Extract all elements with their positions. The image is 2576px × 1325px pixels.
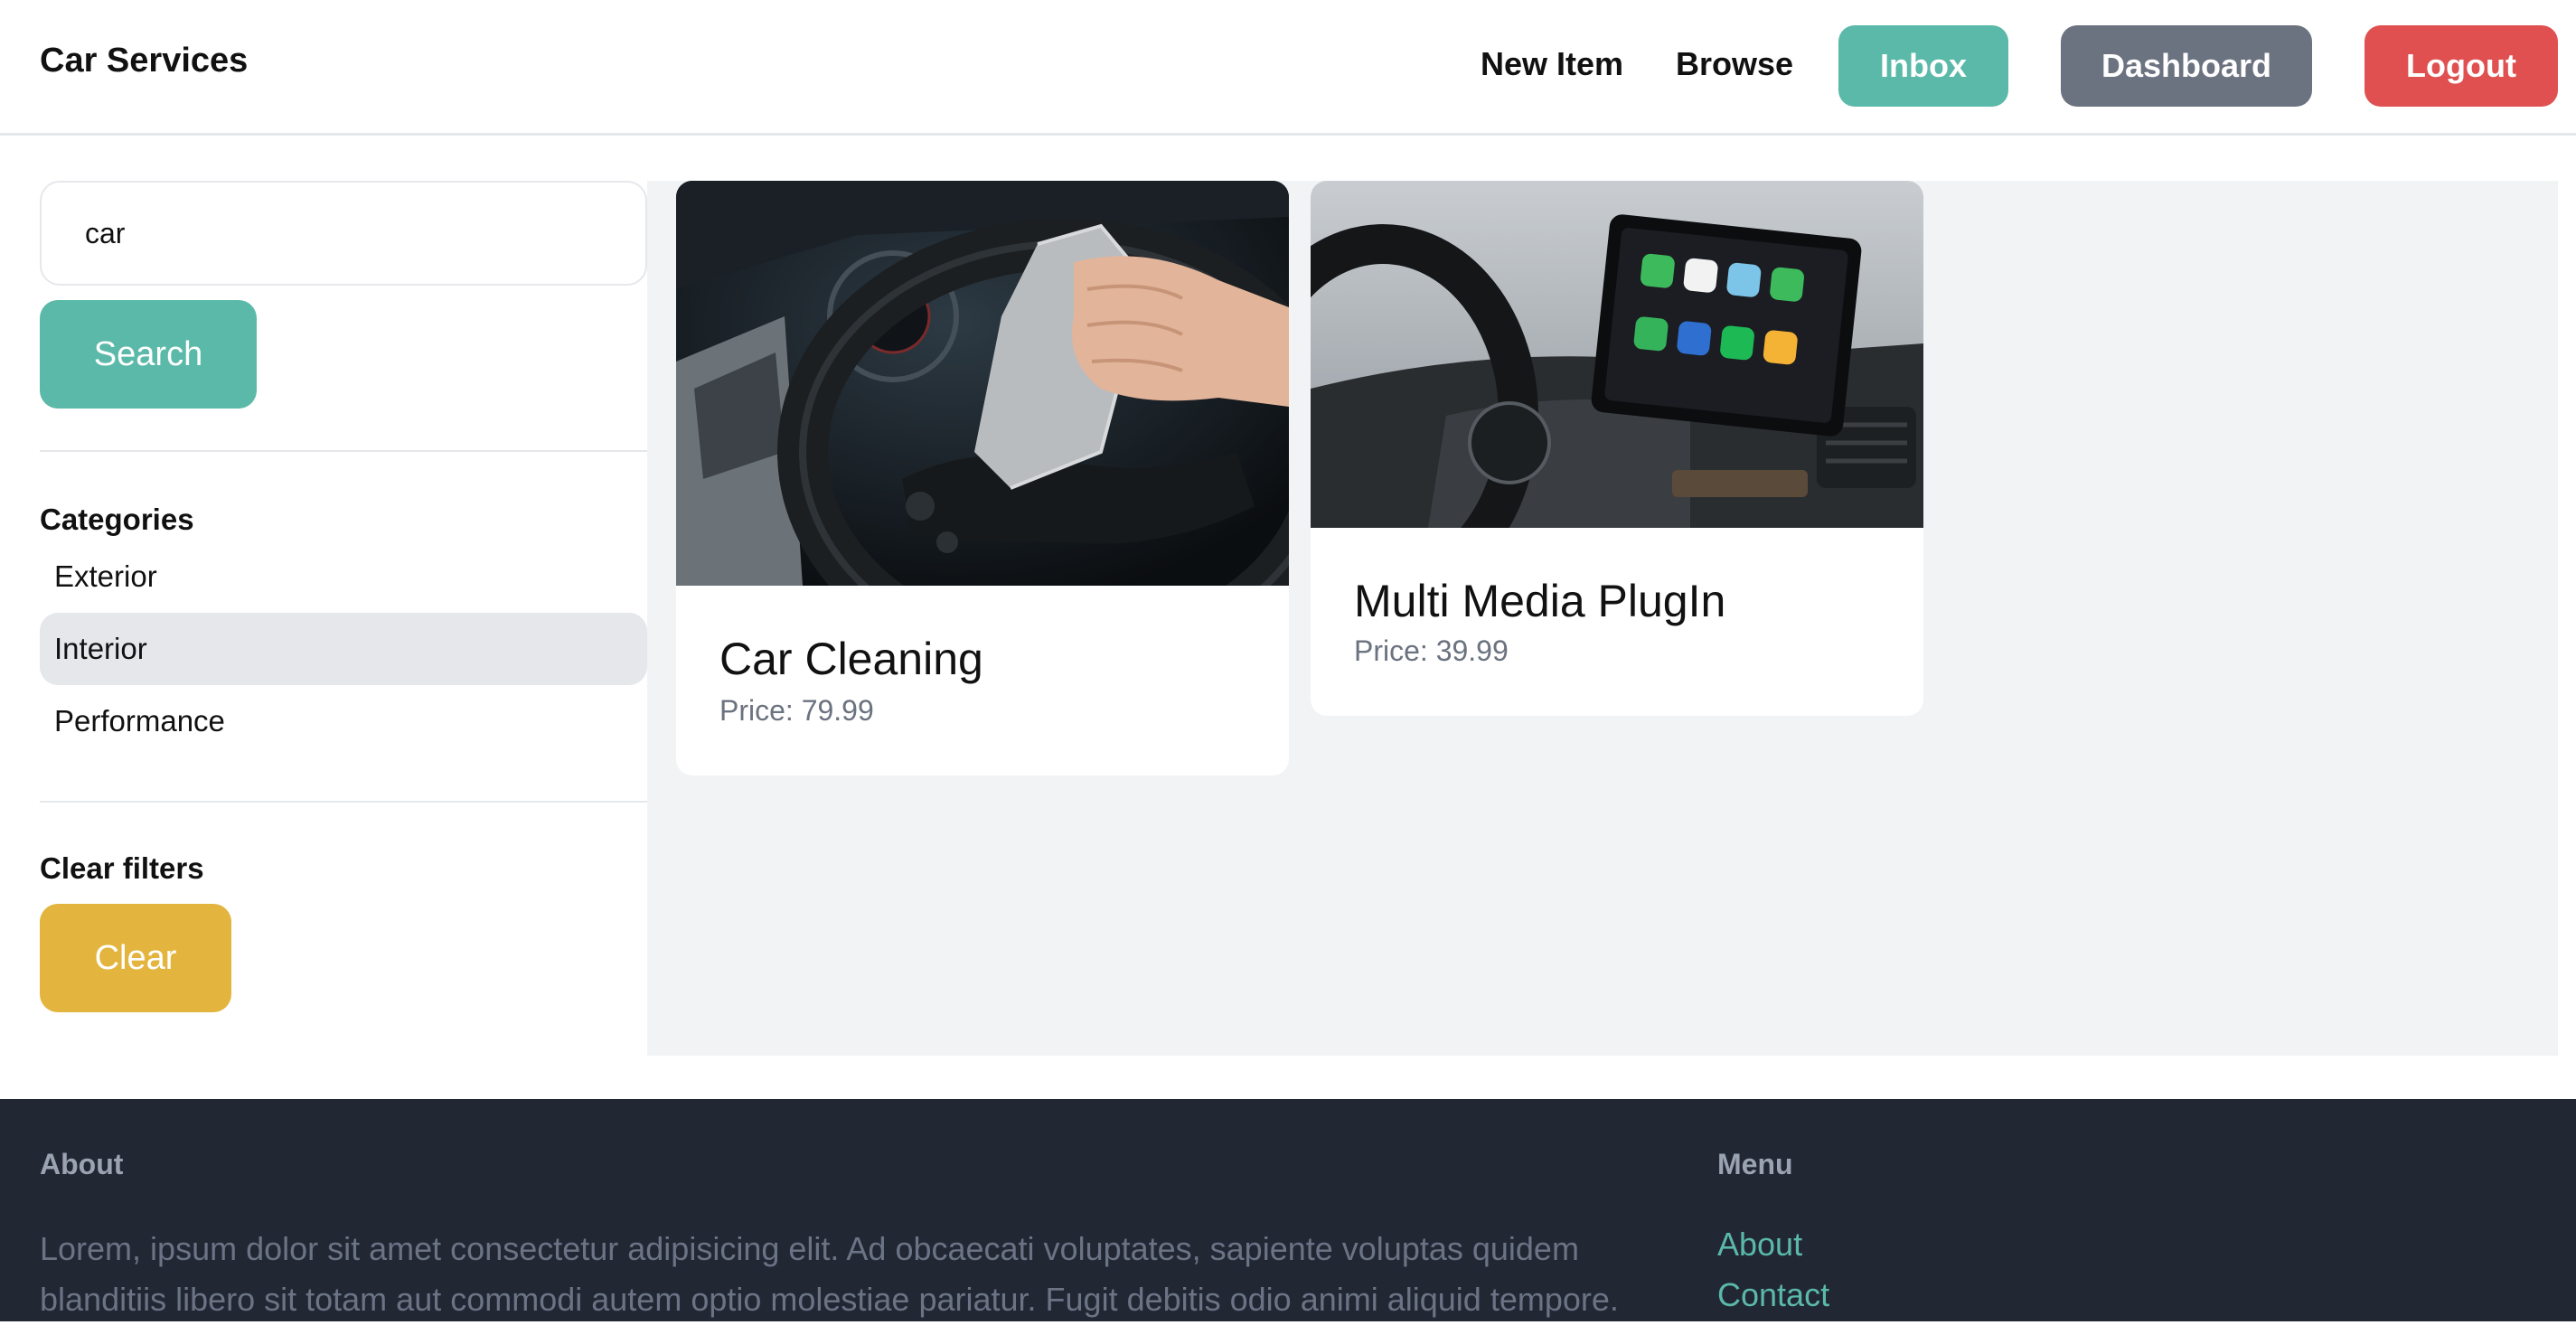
logout-button[interactable]: Logout xyxy=(2364,25,2558,107)
item-title: Multi Media PlugIn xyxy=(1354,576,1726,626)
multi-media-plugin-image xyxy=(1311,181,1923,528)
category-performance[interactable]: Performance xyxy=(40,685,647,757)
search-button[interactable]: Search xyxy=(40,300,257,409)
footer-link-about[interactable]: About xyxy=(1717,1226,1802,1264)
footer: About Lorem, ipsum dolor sit amet consec… xyxy=(0,1099,2576,1321)
browse-link[interactable]: Browse xyxy=(1676,45,1793,83)
item-card-car-cleaning[interactable]: Car Cleaning Price: 79.99 xyxy=(676,181,1289,775)
footer-about-text: Lorem, ipsum dolor sit amet consectetur … xyxy=(40,1230,1619,1318)
filter-sidebar: Search Categories Exterior Interior Perf… xyxy=(40,181,647,1056)
search-input[interactable] xyxy=(40,181,647,286)
footer-link-contact[interactable]: Contact xyxy=(1717,1276,1829,1314)
new-item-link[interactable]: New Item xyxy=(1481,45,1623,83)
footer-about-heading: About xyxy=(40,1148,124,1180)
divider xyxy=(40,801,647,803)
item-title: Car Cleaning xyxy=(719,634,983,684)
footer-menu-heading: Menu xyxy=(1717,1148,1793,1180)
item-price: Price: 79.99 xyxy=(719,694,874,727)
brand-logo[interactable]: Car Services xyxy=(40,42,248,80)
clear-filters-heading: Clear filters xyxy=(40,851,204,885)
top-navbar: Car Services New Item Browse Inbox Dashb… xyxy=(0,0,2576,136)
categories-heading: Categories xyxy=(40,503,194,536)
inbox-button[interactable]: Inbox xyxy=(1838,25,2008,107)
dashboard-button[interactable]: Dashboard xyxy=(2061,25,2312,107)
item-card-multi-media-plugin[interactable]: Multi Media PlugIn Price: 39.99 xyxy=(1311,181,1923,716)
clear-button[interactable]: Clear xyxy=(40,904,231,1012)
category-exterior[interactable]: Exterior xyxy=(40,540,647,613)
item-price: Price: 39.99 xyxy=(1354,634,1509,667)
divider xyxy=(40,450,647,452)
car-cleaning-image xyxy=(676,181,1289,586)
main-content: Search Categories Exterior Interior Perf… xyxy=(40,181,2558,1056)
category-interior[interactable]: Interior xyxy=(40,613,647,685)
